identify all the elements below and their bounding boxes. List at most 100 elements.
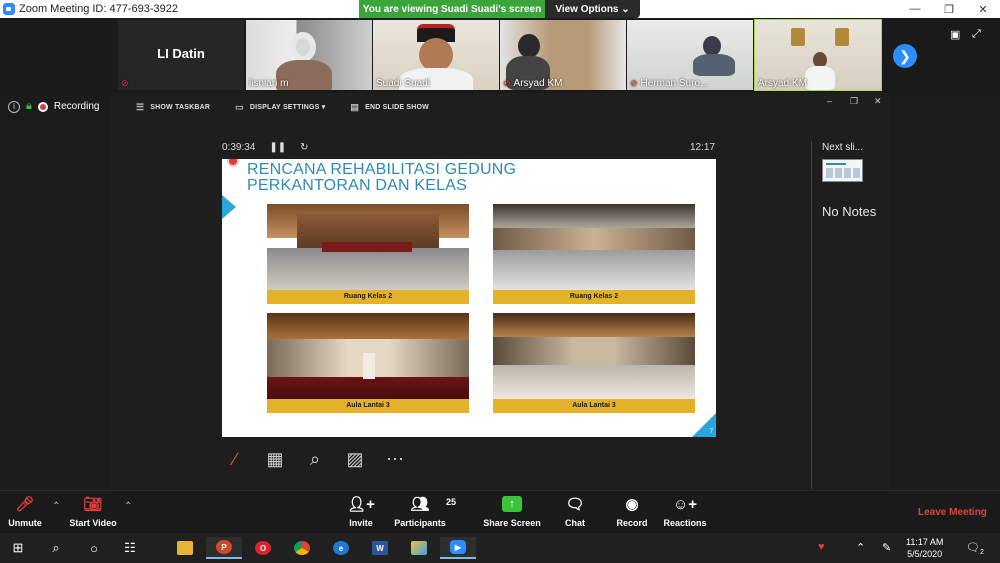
reset-timer-icon[interactable]: ↻ xyxy=(300,142,308,153)
display-settings-label: DISPLAY SETTINGS ▾ xyxy=(249,104,326,111)
taskbar-icon: ☰ xyxy=(136,101,145,112)
see-all-slides-icon[interactable]: ▦ xyxy=(262,446,288,472)
participant-tile[interactable]: Suadi Suadi xyxy=(373,20,499,90)
end-slide-show-button[interactable]: ▤ END SLIDE SHOW xyxy=(350,102,429,113)
show-taskbar-button[interactable]: ☰ SHOW TASKBAR xyxy=(136,102,210,113)
photo-podium xyxy=(363,353,375,379)
recording-label: Recording xyxy=(53,101,100,112)
share-screen-icon: ↑ xyxy=(502,496,522,512)
slide-number: 7 xyxy=(709,429,713,435)
gallery-layout-icon[interactable]: ▣ xyxy=(950,28,960,41)
reactions-icon: ☺+ xyxy=(672,495,698,513)
presenter-restore-button[interactable]: ❐ xyxy=(850,96,858,107)
show-hidden-icons-chevron-icon[interactable]: ⌃ xyxy=(856,541,865,554)
windows-start-icon[interactable]: ⊞ xyxy=(0,537,36,559)
edge-icon[interactable]: e xyxy=(323,537,359,559)
slide-timer: 0:39:34 ❚❚ ↻ xyxy=(222,142,309,153)
notes-divider xyxy=(811,141,812,489)
end-show-icon: ▤ xyxy=(350,101,360,112)
next-slide-label: Next sli... xyxy=(822,142,864,153)
more-options-icon[interactable]: ⋯ xyxy=(382,446,408,472)
participant-tile[interactable]: lisniari m xyxy=(246,20,372,90)
speaker-notes: No Notes xyxy=(822,204,877,219)
participant-name-text: Arsyad KM xyxy=(513,78,563,89)
participant-video xyxy=(518,34,540,58)
action-center-icon[interactable]: 🗨︎ xyxy=(966,541,980,554)
participant-video xyxy=(703,36,721,56)
presenter-close-button[interactable]: ✕ xyxy=(874,96,882,107)
participant-video-body xyxy=(805,66,835,90)
video-options-chevron-icon[interactable]: ⌃ xyxy=(124,501,132,512)
participant-tile[interactable]: ⊘ Herman Suro... xyxy=(627,20,753,90)
pen-tool-icon[interactable]: ∕ xyxy=(222,446,248,472)
slide-photo: Ruang Kelas 2 xyxy=(267,204,469,304)
search-icon[interactable]: ⌕ xyxy=(38,537,74,559)
opera-icon[interactable]: O xyxy=(245,537,281,559)
slide-photo: Aula Lantai 3 xyxy=(493,313,695,413)
encryption-lock-icon[interactable]: 🔒︎ xyxy=(26,100,32,113)
participant-name-label: ⊘ xyxy=(121,78,129,89)
photo-caption: Aula Lantai 3 xyxy=(493,399,695,413)
participant-video-body xyxy=(693,54,735,76)
zoom-slide-icon[interactable]: ⌕ xyxy=(302,446,328,472)
task-view-icon[interactable]: ☷ xyxy=(112,537,148,559)
presenter-minimize-button[interactable]: – xyxy=(827,96,832,106)
file-explorer-icon[interactable] xyxy=(167,537,203,559)
photo-wall xyxy=(493,228,695,252)
participant-video xyxy=(290,32,316,62)
start-video-label: Start Video xyxy=(69,518,117,528)
wall-frame-icon xyxy=(835,28,849,46)
word-icon[interactable]: W xyxy=(362,537,398,559)
minimize-button[interactable]: — xyxy=(898,3,932,15)
participant-display-name: LI Datin xyxy=(157,46,205,61)
photo-floor xyxy=(493,365,695,399)
participant-video-strip: LI Datin ⊘ lisniari m Suadi Suadi ⊘ Arsy… xyxy=(0,18,1000,92)
shared-screen-presenter-view: ☰ SHOW TASKBAR ▭ DISPLAY SETTINGS ▾ ▤ EN… xyxy=(111,93,889,490)
antivirus-tray-icon[interactable]: ♥ xyxy=(818,541,825,553)
photo-floor xyxy=(493,250,695,290)
laser-pointer-dot xyxy=(227,159,239,167)
participants-label: Participants xyxy=(394,518,446,528)
participant-tile[interactable]: ⊘ Arsyad KM xyxy=(500,20,626,90)
meeting-controls-bar: 🎤︎ Unmute ⌃ 📷︎ Start Video ⌃ 👤︎+ Invite … xyxy=(0,490,1000,533)
fullscreen-icon[interactable]: ⤢ xyxy=(972,28,981,41)
leave-meeting-button[interactable]: Leave Meeting xyxy=(918,507,987,518)
paint-icon[interactable] xyxy=(401,537,437,559)
participant-name-label: ⊘ Herman Suro... xyxy=(630,78,708,89)
pen-workspace-icon[interactable]: ✎ xyxy=(882,541,891,554)
viewing-screen-banner: You are viewing Suadi Suadi's screen xyxy=(359,0,545,18)
start-video-button[interactable]: 📷︎ Start Video xyxy=(53,493,133,528)
end-slide-show-label: END SLIDE SHOW xyxy=(365,103,429,111)
mic-muted-icon: ⊘ xyxy=(121,78,129,88)
next-slide-thumbnail[interactable] xyxy=(822,159,863,182)
current-slide: RENCANA REHABILITASI GEDUNG PERKANTORAN … xyxy=(222,159,716,437)
participant-name-label: Arsyad KM xyxy=(758,78,807,89)
system-clock[interactable]: 11:17 AM 5/5/2020 xyxy=(906,536,943,560)
participant-name-text: Herman Suro... xyxy=(640,78,709,89)
slide-photo: Ruang Kelas 2 xyxy=(493,204,695,304)
zoom-app-icon[interactable]: ▶ xyxy=(440,537,476,559)
slide-title-line-1: RENCANA REHABILITASI GEDUNG xyxy=(247,161,517,178)
pause-timer-icon[interactable]: ❚❚ xyxy=(269,142,286,153)
elapsed-time: 0:39:34 xyxy=(222,142,256,153)
participant-tile[interactable]: LI Datin ⊘ xyxy=(118,20,244,90)
slide-accent-triangle xyxy=(222,195,236,219)
participant-name-text: lisniari m xyxy=(249,78,289,89)
display-settings-button[interactable]: ▭ DISPLAY SETTINGS ▾ xyxy=(235,102,325,113)
black-screen-icon[interactable]: ▨ xyxy=(342,446,368,472)
powerpoint-icon[interactable]: P xyxy=(206,537,242,559)
view-options-button[interactable]: View Options ⌄ xyxy=(545,0,640,18)
chrome-icon[interactable] xyxy=(284,537,320,559)
cortana-icon[interactable]: ○ xyxy=(76,537,112,559)
system-time: 11:17 AM xyxy=(906,537,944,547)
reactions-button[interactable]: ☺+ Reactions xyxy=(645,493,725,529)
close-button[interactable]: ✕ xyxy=(966,3,1000,16)
next-page-arrow-icon[interactable]: ❯ xyxy=(893,44,917,68)
maximize-button[interactable]: ❐ xyxy=(932,3,966,16)
participants-count: 25 xyxy=(446,497,457,507)
notification-count: 2 xyxy=(980,549,984,556)
presenter-tools: ∕ ▦ ⌕ ▨ ⋯ xyxy=(222,446,408,472)
camera-off-icon: 📷︎ xyxy=(83,496,103,513)
participant-tile-active[interactable]: Arsyad KM xyxy=(754,19,882,91)
info-icon[interactable]: i xyxy=(8,100,20,113)
